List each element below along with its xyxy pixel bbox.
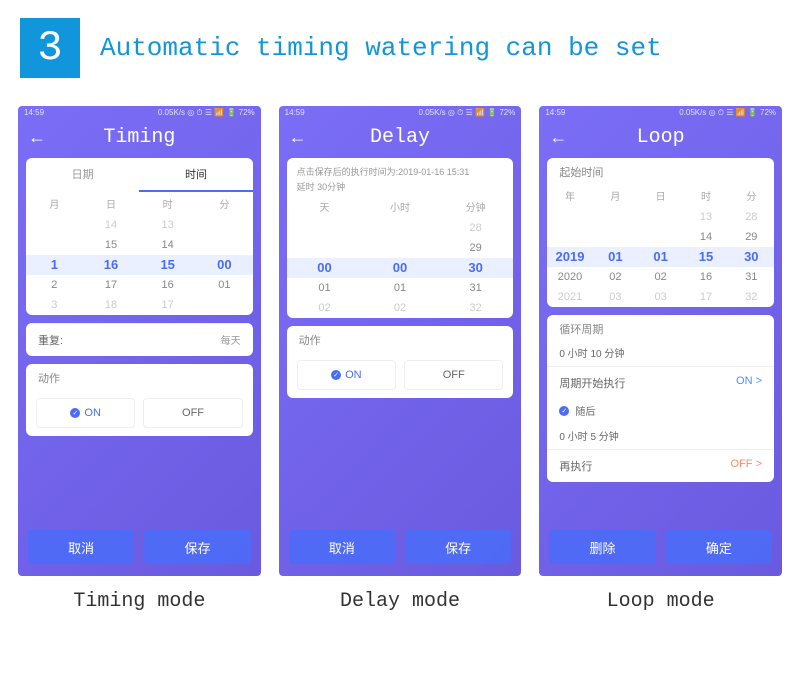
tab-date[interactable]: 日期 [26, 158, 139, 192]
start-exec-row[interactable]: 周期开始执行ON > [547, 366, 774, 399]
picker-wheel[interactable]: 月 1 2 3 日 14 15 16 17 18 时 13 [26, 192, 253, 315]
reexec-row[interactable]: 再执行OFF > [547, 449, 774, 482]
picker-wheel[interactable]: 天 00 01 02 小时 00 01 02 分钟 28 [287, 195, 514, 318]
hint-text: 点击保存后的执行时间为:2019-01-16 15:31 [287, 158, 514, 181]
cycle-label: 循环周期 [547, 315, 774, 341]
check-icon: ✓ [331, 370, 341, 380]
then-row[interactable]: ✓随后 [547, 399, 774, 424]
screen-timing: 14:590.05K/s ◎ ⏱ ☰ 📶 🔋 72% ← Timing 日期 时… [18, 106, 261, 576]
screen-title: Delay [370, 126, 430, 149]
status-bar: 14:590.05K/s ◎ ⏱ ☰ 📶 🔋 72% [539, 106, 782, 120]
action-label: 动作 [26, 364, 253, 390]
cancel-button[interactable]: 取消 [289, 530, 395, 564]
back-icon[interactable]: ← [28, 127, 46, 148]
check-icon: ✓ [70, 408, 80, 418]
picker-wheel[interactable]: 年 2019 2020 2021 月 01 02 03 日 [547, 184, 774, 307]
action-label: 动作 [287, 326, 514, 352]
screen-delay: 14:590.05K/s ◎ ⏱ ☰ 📶 🔋 72% ← Delay 点击保存后… [279, 106, 522, 576]
then-value: 0 小时 5 分钟 [547, 424, 774, 449]
tab-time[interactable]: 时间 [139, 158, 252, 192]
caption-loop: Loop mode [539, 590, 782, 613]
ok-button[interactable]: 确定 [666, 530, 772, 564]
status-bar: 14:590.05K/s ◎ ⏱ ☰ 📶 🔋 72% [279, 106, 522, 120]
screen-loop: 14:590.05K/s ◎ ⏱ ☰ 📶 🔋 72% ← Loop 起始时间 年… [539, 106, 782, 576]
status-bar: 14:590.05K/s ◎ ⏱ ☰ 📶 🔋 72% [18, 106, 261, 120]
screen-title: Loop [637, 126, 685, 149]
caption-delay: Delay mode [279, 590, 522, 613]
save-button[interactable]: 保存 [405, 530, 511, 564]
check-icon: ✓ [559, 406, 569, 416]
caption-timing: Timing mode [18, 590, 261, 613]
save-button[interactable]: 保存 [144, 530, 250, 564]
delete-button[interactable]: 删除 [549, 530, 655, 564]
page-title: Automatic timing watering can be set [100, 33, 662, 63]
repeat-row[interactable]: 重复: 每天 [26, 323, 253, 356]
start-time-label: 起始时间 [547, 158, 774, 184]
off-button[interactable]: OFF [404, 360, 503, 390]
off-button[interactable]: OFF [143, 398, 242, 428]
back-icon[interactable]: ← [289, 127, 307, 148]
cancel-button[interactable]: 取消 [28, 530, 134, 564]
hint-text: 延时 30分钟 [287, 181, 514, 196]
on-button[interactable]: ✓ON [36, 398, 135, 428]
on-button[interactable]: ✓ON [297, 360, 396, 390]
screen-title: Timing [103, 126, 175, 149]
cycle-value[interactable]: 0 小时 10 分钟 [547, 341, 774, 366]
feature-number-badge: 3 [20, 18, 80, 78]
back-icon[interactable]: ← [549, 127, 567, 148]
